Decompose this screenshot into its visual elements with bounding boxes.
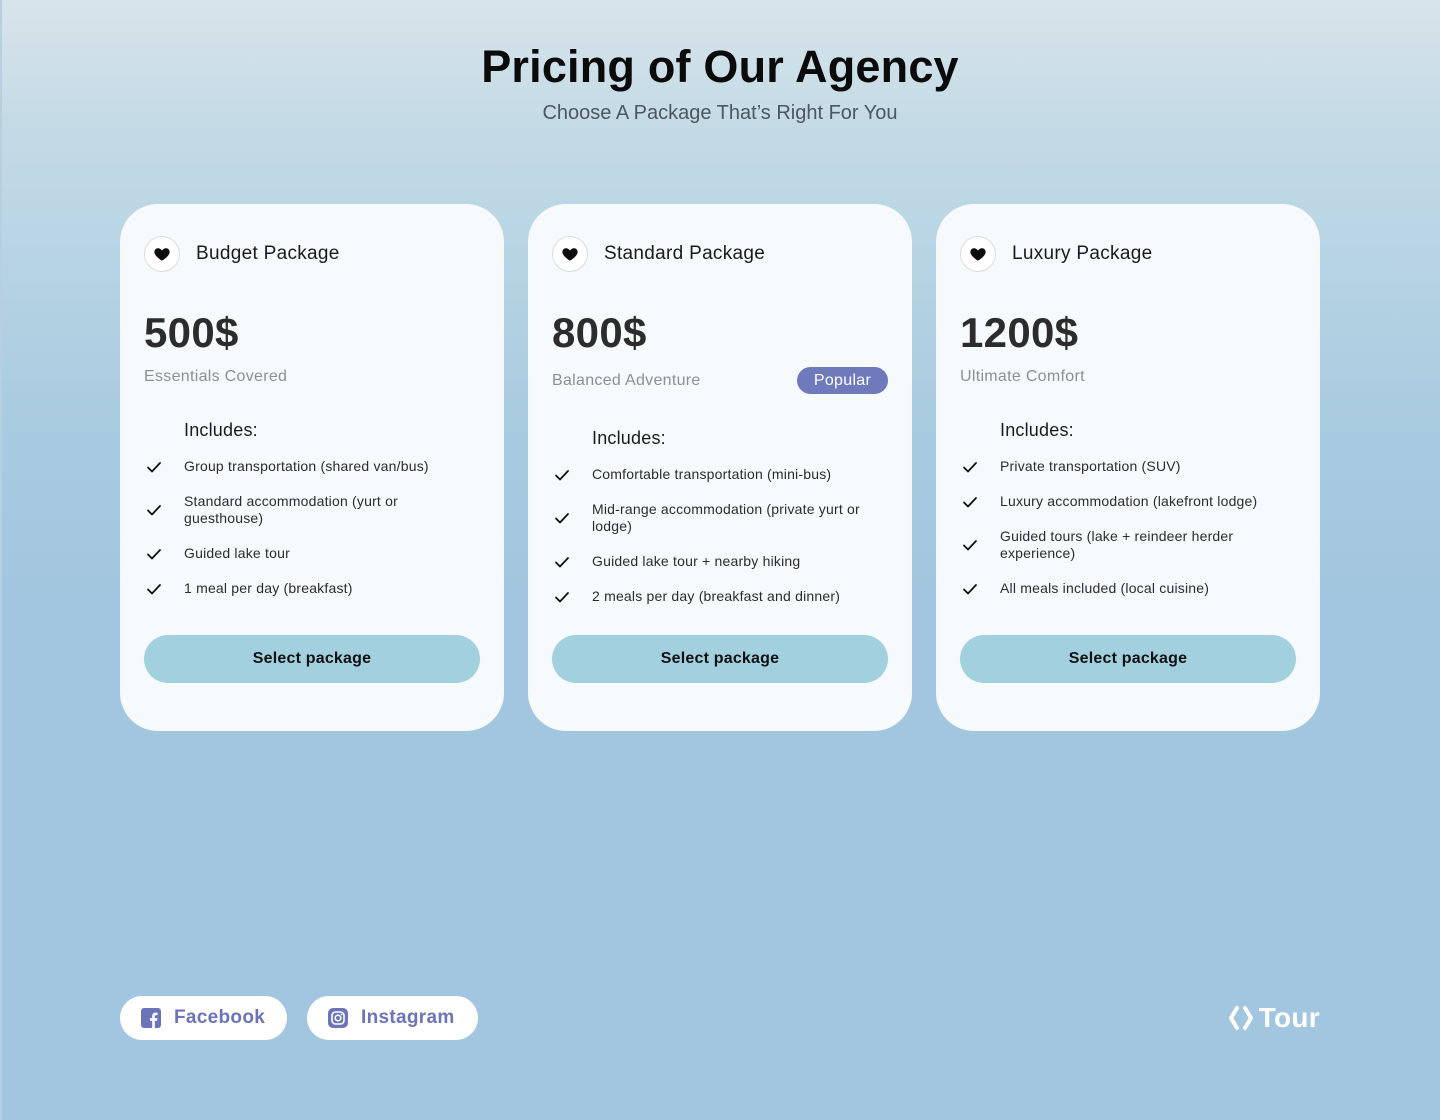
facebook-label: Facebook	[174, 1007, 266, 1028]
select-package-button[interactable]: Select package	[144, 635, 480, 683]
instagram-link[interactable]: Instagram	[307, 996, 478, 1040]
feature-item: 1 meal per day (breakfast)	[144, 580, 480, 597]
check-icon	[147, 583, 161, 594]
feature-item: Standard accommodation (yurt or guesthou…	[144, 493, 480, 527]
price: 1200$	[960, 309, 1079, 356]
page-edge	[0, 0, 2, 1120]
feature-text: All meals included (local cuisine)	[1000, 580, 1210, 596]
check-icon	[555, 591, 569, 602]
check-icon	[147, 548, 161, 559]
check-icon	[147, 505, 161, 516]
feature-text: 2 meals per day (breakfast and dinner)	[592, 588, 841, 604]
price: 800$	[552, 309, 647, 356]
instagram-label: Instagram	[361, 1007, 455, 1028]
facebook-link[interactable]: Facebook	[120, 996, 287, 1040]
feature-item: Guided lake tour + nearby hiking	[552, 553, 888, 570]
check-icon	[555, 513, 569, 524]
feature-text: 1 meal per day (breakfast)	[184, 580, 353, 596]
feature-item: Guided tours (lake + reindeer herder exp…	[960, 528, 1296, 562]
card-title: Luxury Package	[1012, 243, 1153, 264]
feature-text: Luxury accommodation (lakefront lodge)	[1000, 493, 1258, 509]
check-icon	[963, 583, 977, 594]
page-subtitle: Choose A Package That’s Right For You	[542, 102, 898, 124]
brand-logo[interactable]: Tour	[1227, 1001, 1320, 1035]
feature-list: Private transportation (SUV) Luxury acco…	[960, 458, 1296, 615]
feature-text: Group transportation (shared van/bus)	[184, 458, 429, 474]
feature-text: Standard accommodation (yurt or guesthou…	[184, 493, 398, 526]
feature-item: 2 meals per day (breakfast and dinner)	[552, 588, 888, 605]
brackets-logo-icon	[1228, 1006, 1253, 1030]
feature-item: Guided lake tour	[144, 545, 480, 562]
pricing-card-budget: Budget Package 500$ Essentials Covered I…	[120, 204, 504, 731]
page-title: Pricing of Our Agency	[481, 41, 959, 92]
card-header: Luxury Package	[960, 236, 1152, 272]
feature-text: Mid-range accommodation (private yurt or…	[592, 501, 860, 534]
feature-item: Luxury accommodation (lakefront lodge)	[960, 493, 1296, 510]
logo-text: Tour	[1258, 1002, 1320, 1033]
check-icon	[555, 469, 569, 480]
select-package-button[interactable]: Select package	[552, 635, 888, 683]
feature-item: Comfortable transportation (mini-bus)	[552, 466, 888, 483]
card-header: Budget Package	[144, 236, 340, 272]
card-header: Standard Package	[552, 236, 765, 272]
card-title: Budget Package	[196, 243, 340, 264]
tagline: Balanced Adventure	[552, 372, 701, 389]
price: 500$	[144, 309, 239, 356]
feature-item: All meals included (local cuisine)	[960, 580, 1296, 597]
includes-title: Includes:	[184, 420, 258, 440]
pricing-cards: Budget Package 500$ Essentials Covered I…	[120, 204, 1320, 731]
feature-text: Guided lake tour + nearby hiking	[592, 553, 801, 569]
feature-text: Guided lake tour	[184, 545, 290, 561]
heart-icon	[144, 236, 180, 272]
heart-icon	[552, 236, 588, 272]
feature-text: Guided tours (lake + reindeer herder exp…	[1000, 528, 1234, 561]
check-icon	[555, 556, 569, 567]
feature-list: Group transportation (shared van/bus) St…	[144, 458, 480, 615]
check-icon	[963, 496, 977, 507]
includes-title: Includes:	[592, 428, 666, 448]
check-icon	[147, 461, 161, 472]
feature-text: Private transportation (SUV)	[1000, 458, 1181, 474]
check-icon	[963, 461, 977, 472]
feature-text: Comfortable transportation (mini-bus)	[592, 466, 832, 482]
check-icon	[963, 540, 977, 551]
popular-badge: Popular	[797, 367, 888, 394]
select-package-button[interactable]: Select package	[960, 635, 1296, 683]
instagram-icon	[328, 1008, 348, 1028]
card-title: Standard Package	[604, 243, 766, 264]
facebook-icon	[141, 1008, 161, 1028]
pricing-card-luxury: Luxury Package 1200$ Ultimate Comfort In…	[936, 204, 1320, 731]
feature-item: Group transportation (shared van/bus)	[144, 458, 480, 475]
pricing-card-standard: Standard Package 800$ Balanced Adventure…	[528, 204, 912, 731]
heart-icon	[960, 236, 996, 272]
feature-item: Mid-range accommodation (private yurt or…	[552, 501, 888, 535]
tagline: Ultimate Comfort	[960, 368, 1085, 385]
feature-item: Private transportation (SUV)	[960, 458, 1296, 475]
tagline: Essentials Covered	[144, 368, 288, 385]
feature-list: Comfortable transportation (mini-bus) Mi…	[552, 466, 888, 623]
includes-title: Includes:	[1000, 420, 1074, 440]
page-header: Pricing of Our Agency Choose A Package T…	[0, 40, 1440, 126]
